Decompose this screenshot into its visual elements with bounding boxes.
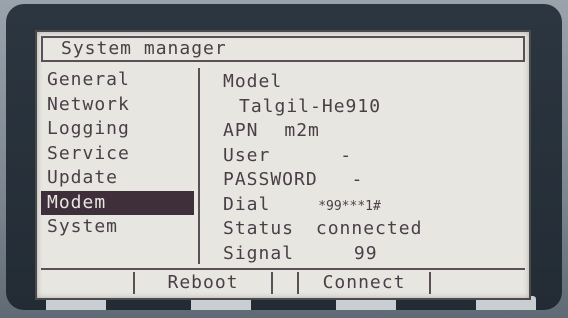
apn-value: m2m (284, 120, 320, 141)
status-row: Status connected (223, 217, 523, 242)
sidebar-item-system[interactable]: System (41, 215, 198, 240)
user-label: User (223, 144, 271, 166)
sidebar-item-network[interactable]: Network (41, 93, 198, 118)
sidebar-item-service[interactable]: Service (41, 142, 198, 167)
sidebar-item-logging[interactable]: Logging (41, 117, 198, 142)
signal-row: Signal 99 (223, 242, 523, 267)
apn-label: APN (223, 120, 259, 141)
sidebar-item-general[interactable]: General (41, 68, 198, 93)
signal-label: Signal (223, 242, 295, 264)
dial-value: *99***1# (318, 198, 381, 214)
page-title: System manager (41, 36, 525, 62)
signal-value: 99 (353, 242, 378, 264)
softkey-bar: Reboot Connect (41, 268, 525, 294)
status-value: connected (315, 218, 423, 239)
dial-label: Dial (223, 193, 271, 215)
dial-row: Dial *99***1# (223, 193, 523, 218)
modem-details-panel: Model Talgil-He910 APN m2m User - PASSWO… (223, 70, 523, 266)
lcd-screen: System manager General Network Logging S… (35, 30, 531, 300)
model-label: Model (223, 71, 283, 92)
user-value: - (340, 144, 353, 166)
sidebar-menu: General Network Logging Service Update M… (41, 68, 200, 264)
reboot-button[interactable]: Reboot (133, 272, 273, 294)
model-row: Model (223, 70, 523, 95)
password-label: PASSWORD (223, 169, 318, 190)
connect-button[interactable]: Connect (297, 272, 431, 294)
status-label: Status (223, 218, 295, 239)
model-value: Talgil-He910 (239, 95, 382, 117)
apn-row: APN m2m (223, 119, 523, 144)
model-value-row: Talgil-He910 (223, 95, 523, 120)
sidebar-item-update[interactable]: Update (41, 166, 198, 191)
password-value: - (351, 169, 364, 190)
sidebar-item-modem[interactable]: Modem (41, 190, 194, 215)
user-row: User - (223, 144, 523, 169)
password-row: PASSWORD - (223, 168, 523, 193)
